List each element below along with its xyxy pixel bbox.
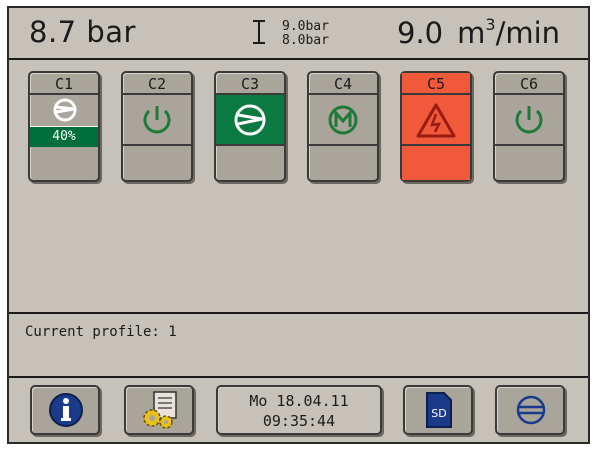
content-divider — [9, 312, 588, 314]
control-panel-screen: 8.7 bar 9.0bar 8.0bar 9.0 m3/min C1 40% … — [7, 6, 590, 444]
footer-divider — [9, 376, 588, 378]
info-button[interactable] — [30, 385, 100, 435]
compressor-label: C4 — [309, 73, 377, 95]
load-percent: 40% — [30, 126, 98, 147]
compressor-label: C5 — [402, 73, 470, 95]
pressure-range-low: 8.0bar — [282, 33, 329, 48]
current-profile-text: Current profile: 1 — [25, 324, 177, 340]
flow-rate-value: 9.0 — [397, 16, 444, 50]
compressor-c5-button[interactable]: C5 — [400, 71, 472, 182]
compressor-c3-button[interactable]: C3 — [214, 71, 286, 182]
date-time-display[interactable]: Mo 18.04.11 09:35:44 — [216, 385, 382, 435]
system-pressure-readout: 8.7 bar — [29, 15, 136, 49]
time-text: 09:35:44 — [262, 412, 336, 430]
compressor-c1-button[interactable]: C1 40% — [28, 71, 100, 182]
compressor-units: C1 40% C2 C3 C4 C5 C6 — [9, 71, 588, 191]
status-header: 8.7 bar 9.0bar 8.0bar 9.0 m3/min — [9, 8, 588, 60]
compressor-label: C6 — [495, 73, 563, 95]
svg-text:SD: SD — [431, 407, 446, 420]
pressure-range: 9.0bar 8.0bar — [250, 17, 362, 49]
pressure-range-high: 9.0bar — [282, 19, 329, 34]
compressor-c4-button[interactable]: C4 — [307, 71, 379, 182]
compressor-label: C3 — [216, 73, 284, 95]
compressor-label: C1 — [30, 73, 98, 95]
compressor-c2-button[interactable]: C2 — [121, 71, 193, 182]
settings-button[interactable] — [124, 385, 194, 435]
network-button[interactable] — [495, 385, 565, 435]
flow-rate-unit: m3/min — [457, 15, 561, 50]
pressure-range-icon — [250, 19, 268, 49]
compressor-label: C2 — [123, 73, 191, 95]
date-text: Mo 18.04.11 — [249, 392, 349, 410]
sd-card-button[interactable]: SD — [403, 385, 473, 435]
flow-rate-readout: 9.0 m3/min — [397, 15, 560, 50]
compressor-c6-button[interactable]: C6 — [493, 71, 565, 182]
